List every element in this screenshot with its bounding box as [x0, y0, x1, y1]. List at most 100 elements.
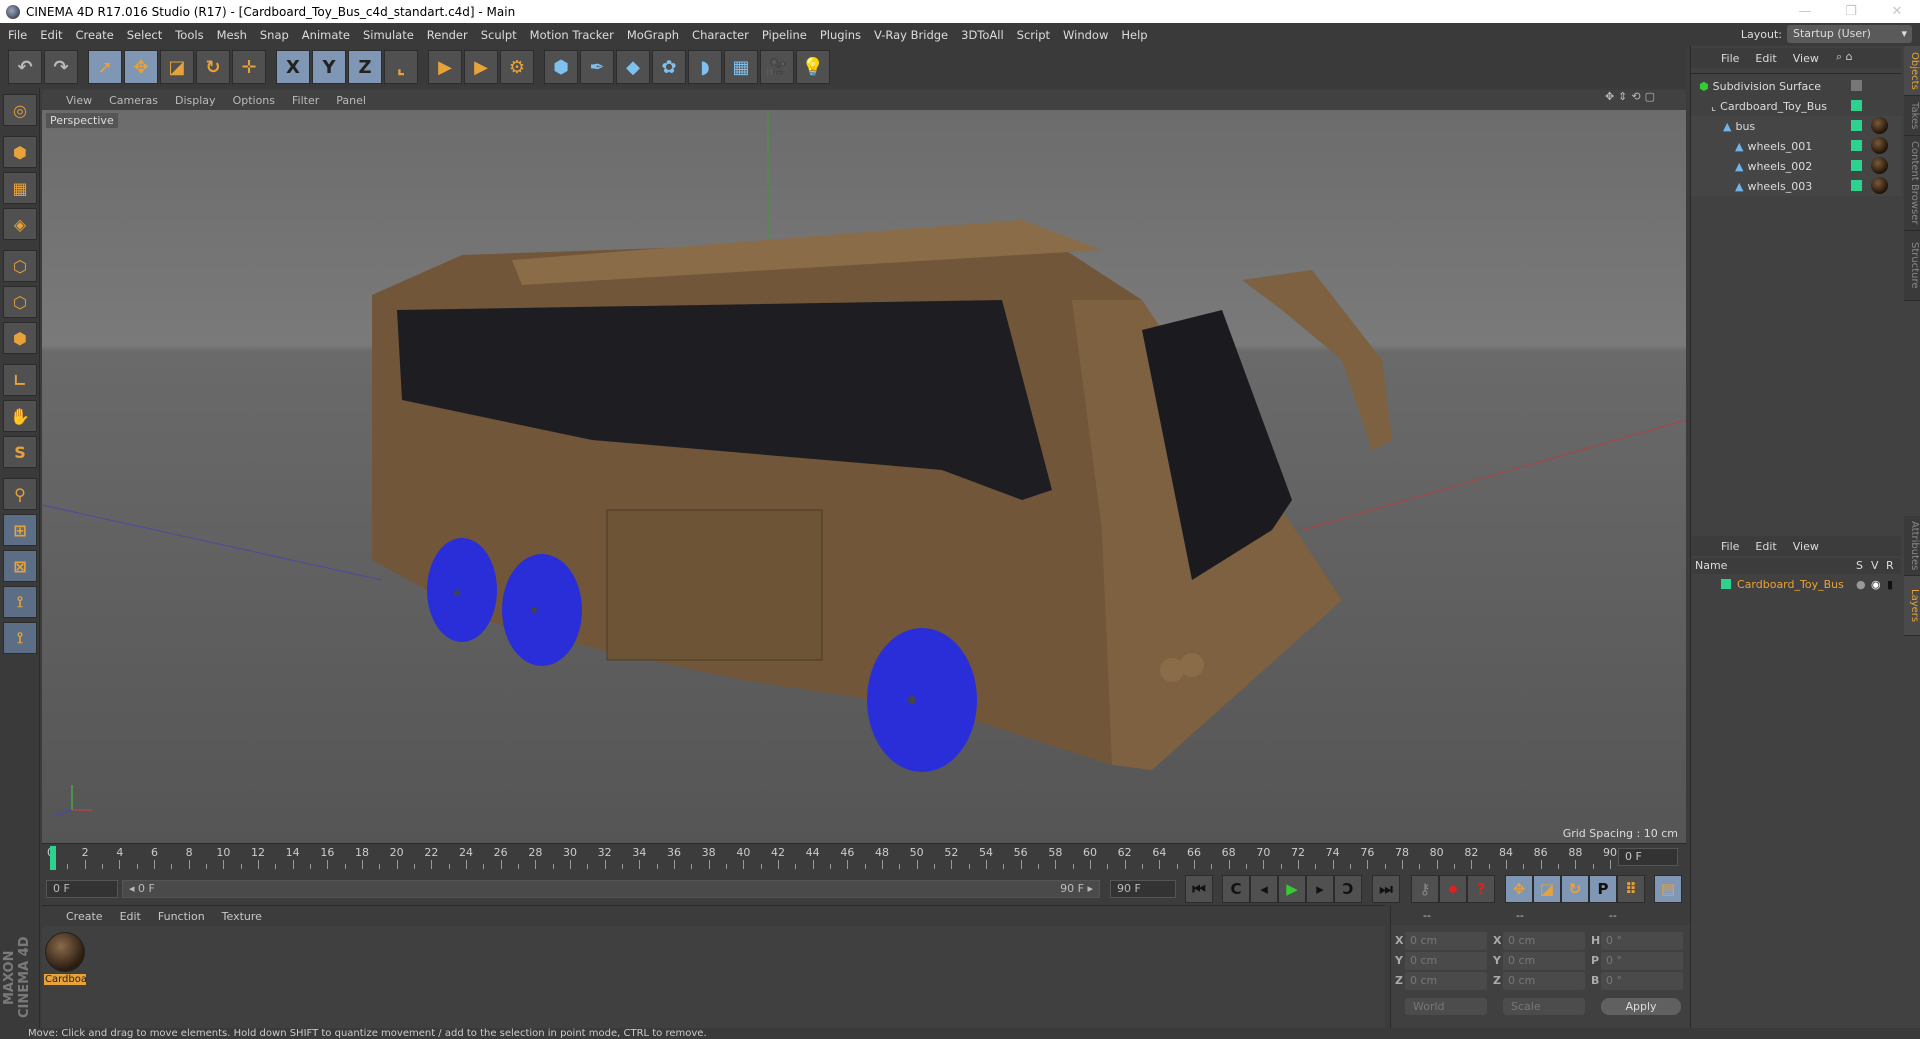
render-settings-button[interactable]: ⚙: [500, 50, 534, 84]
material-tag[interactable]: [1871, 157, 1888, 174]
goto-end-button[interactable]: ⏭: [1372, 875, 1400, 903]
side-tab-structure[interactable]: Structure: [1904, 231, 1920, 301]
undo-button[interactable]: ↶: [8, 50, 42, 84]
layer-color[interactable]: [1721, 579, 1731, 589]
deformer-button[interactable]: ◗: [688, 50, 722, 84]
next-key-button[interactable]: Ͻ: [1334, 875, 1362, 903]
python-button[interactable]: ⟟: [3, 622, 37, 654]
viewport-menu-panel[interactable]: Panel: [336, 94, 366, 107]
object-mode-button[interactable]: ⬢: [3, 136, 37, 168]
solo-icon[interactable]: ●: [1856, 578, 1866, 591]
viewport-menu-view[interactable]: View: [66, 94, 92, 107]
search-icon[interactable]: ⌕ ⌂: [1836, 50, 1853, 64]
camera-button[interactable]: 🎥: [760, 50, 794, 84]
viewport-menu-display[interactable]: Display: [175, 94, 216, 107]
key-rotation-icon[interactable]: ↻: [1561, 875, 1589, 903]
menu-animate[interactable]: Animate: [302, 28, 350, 42]
size-y-field[interactable]: 0 cm: [1503, 952, 1585, 970]
material-tag[interactable]: [1871, 117, 1888, 134]
minimize-button[interactable]: —: [1782, 0, 1828, 23]
python-button[interactable]: ⟟: [3, 586, 37, 618]
layer-column-r[interactable]: R: [1886, 559, 1894, 572]
play-button[interactable]: ▶: [1278, 875, 1306, 903]
render-icon[interactable]: ▮: [1887, 578, 1893, 591]
current-frame-field[interactable]: 0 F: [1618, 848, 1678, 866]
menu-motion-tracker[interactable]: Motion Tracker: [530, 28, 614, 42]
render-picture-viewer-button[interactable]: ▶: [464, 50, 498, 84]
end-frame-field[interactable]: 90 F: [1110, 880, 1176, 898]
layer-row[interactable]: Cardboard_Toy_Bus ● ◉ ▮: [1691, 574, 1901, 594]
points-mode-button[interactable]: ⬡: [3, 250, 37, 282]
layer-column-s[interactable]: S: [1856, 559, 1863, 572]
menu-snap[interactable]: Snap: [260, 28, 289, 42]
close-button[interactable]: ✕: [1874, 0, 1920, 23]
x-axis-button[interactable]: X: [276, 50, 310, 84]
side-tab-attributes[interactable]: Attributes: [1904, 516, 1920, 576]
layer-color-tag[interactable]: [1851, 120, 1862, 131]
layout-dropdown[interactable]: Startup (User): [1787, 25, 1912, 43]
object-menu-view[interactable]: View: [1793, 52, 1819, 65]
render-view-button[interactable]: ▶: [428, 50, 462, 84]
material-item[interactable]: Cardboa: [44, 932, 86, 990]
menu-mesh[interactable]: Mesh: [217, 28, 247, 42]
menu-render[interactable]: Render: [427, 28, 468, 42]
snap-button[interactable]: ⊞: [3, 514, 37, 546]
rotate-button[interactable]: ↻: [196, 50, 230, 84]
menu-help[interactable]: Help: [1121, 28, 1147, 42]
soft-selection-button[interactable]: S: [3, 436, 37, 468]
position-y-field[interactable]: 0 cm: [1405, 952, 1487, 970]
material-tag[interactable]: [1871, 137, 1888, 154]
key-pla-icon[interactable]: ⠿: [1617, 875, 1645, 903]
size-x-field[interactable]: 0 cm: [1503, 932, 1585, 950]
layer-color-tag[interactable]: [1851, 140, 1862, 151]
menu-plugins[interactable]: Plugins: [820, 28, 861, 42]
scale-button[interactable]: ◪: [160, 50, 194, 84]
size-z-field[interactable]: 0 cm: [1503, 972, 1585, 990]
timeline-ruler[interactable]: 0246810121416182022242628303234363840424…: [47, 844, 1617, 874]
position-z-field[interactable]: 0 cm: [1405, 972, 1487, 990]
viewport-menu-options[interactable]: Options: [233, 94, 275, 107]
side-tab-content-browser[interactable]: Content Browser: [1904, 136, 1920, 231]
snap-settings-button[interactable]: ⊠: [3, 550, 37, 582]
key-param-icon[interactable]: P: [1589, 875, 1617, 903]
material-menu-function[interactable]: Function: [158, 910, 205, 923]
menu-character[interactable]: Character: [692, 28, 749, 42]
object-row[interactable]: ▲ wheels_002: [1691, 156, 1901, 176]
object-row[interactable]: ▲ wheels_001: [1691, 136, 1901, 156]
axis-button[interactable]: ∟: [3, 364, 37, 396]
menu-v-ray-bridge[interactable]: V-Ray Bridge: [874, 28, 948, 42]
move-button[interactable]: ✥: [124, 50, 158, 84]
redo-button[interactable]: ↷: [44, 50, 78, 84]
viewport-nav-icons[interactable]: ✥⇕⟲▢: [1605, 90, 1659, 103]
object-menu-file[interactable]: File: [1721, 52, 1739, 65]
prev-key-button[interactable]: C: [1222, 875, 1250, 903]
viewport[interactable]: Perspective Grid Spacing : 10 cm: [42, 110, 1686, 843]
prev-frame-button[interactable]: ◂: [1250, 875, 1278, 903]
tweak-button[interactable]: ✋: [3, 400, 37, 432]
layer-column-v[interactable]: V: [1871, 559, 1879, 572]
playhead[interactable]: [50, 846, 56, 870]
workplane-button[interactable]: ◈: [3, 208, 37, 240]
layer-color-tag[interactable]: [1851, 180, 1862, 191]
viewport-menu-cameras[interactable]: Cameras: [109, 94, 158, 107]
visible-icon[interactable]: ◉: [1871, 578, 1881, 591]
menu-mograph[interactable]: MoGraph: [627, 28, 679, 42]
position-x-field[interactable]: 0 cm: [1405, 932, 1487, 950]
start-frame-field[interactable]: 0 F: [46, 880, 118, 898]
object-row[interactable]: ⬢ Subdivision Surface: [1691, 76, 1901, 96]
material-menu-edit[interactable]: Edit: [120, 910, 141, 923]
coord-mode-dropdown[interactable]: World: [1405, 998, 1487, 1015]
material-menu-create[interactable]: Create: [66, 910, 103, 923]
object-row[interactable]: ▲ bus: [1691, 116, 1901, 136]
layer-column-name[interactable]: Name: [1695, 559, 1727, 572]
menu-sculpt[interactable]: Sculpt: [481, 28, 517, 42]
layer-menu-edit[interactable]: Edit: [1755, 540, 1776, 553]
side-tab-layers[interactable]: Layers: [1904, 576, 1920, 636]
y-axis-button[interactable]: Y: [312, 50, 346, 84]
layer-color-tag[interactable]: [1851, 160, 1862, 171]
subdivision-button[interactable]: ◆: [616, 50, 650, 84]
side-tab-objects[interactable]: Objects: [1904, 46, 1920, 96]
texture-mode-button[interactable]: ▦: [3, 172, 37, 204]
object-menu-edit[interactable]: Edit: [1755, 52, 1776, 65]
polygons-mode-button[interactable]: ⬢: [3, 322, 37, 354]
